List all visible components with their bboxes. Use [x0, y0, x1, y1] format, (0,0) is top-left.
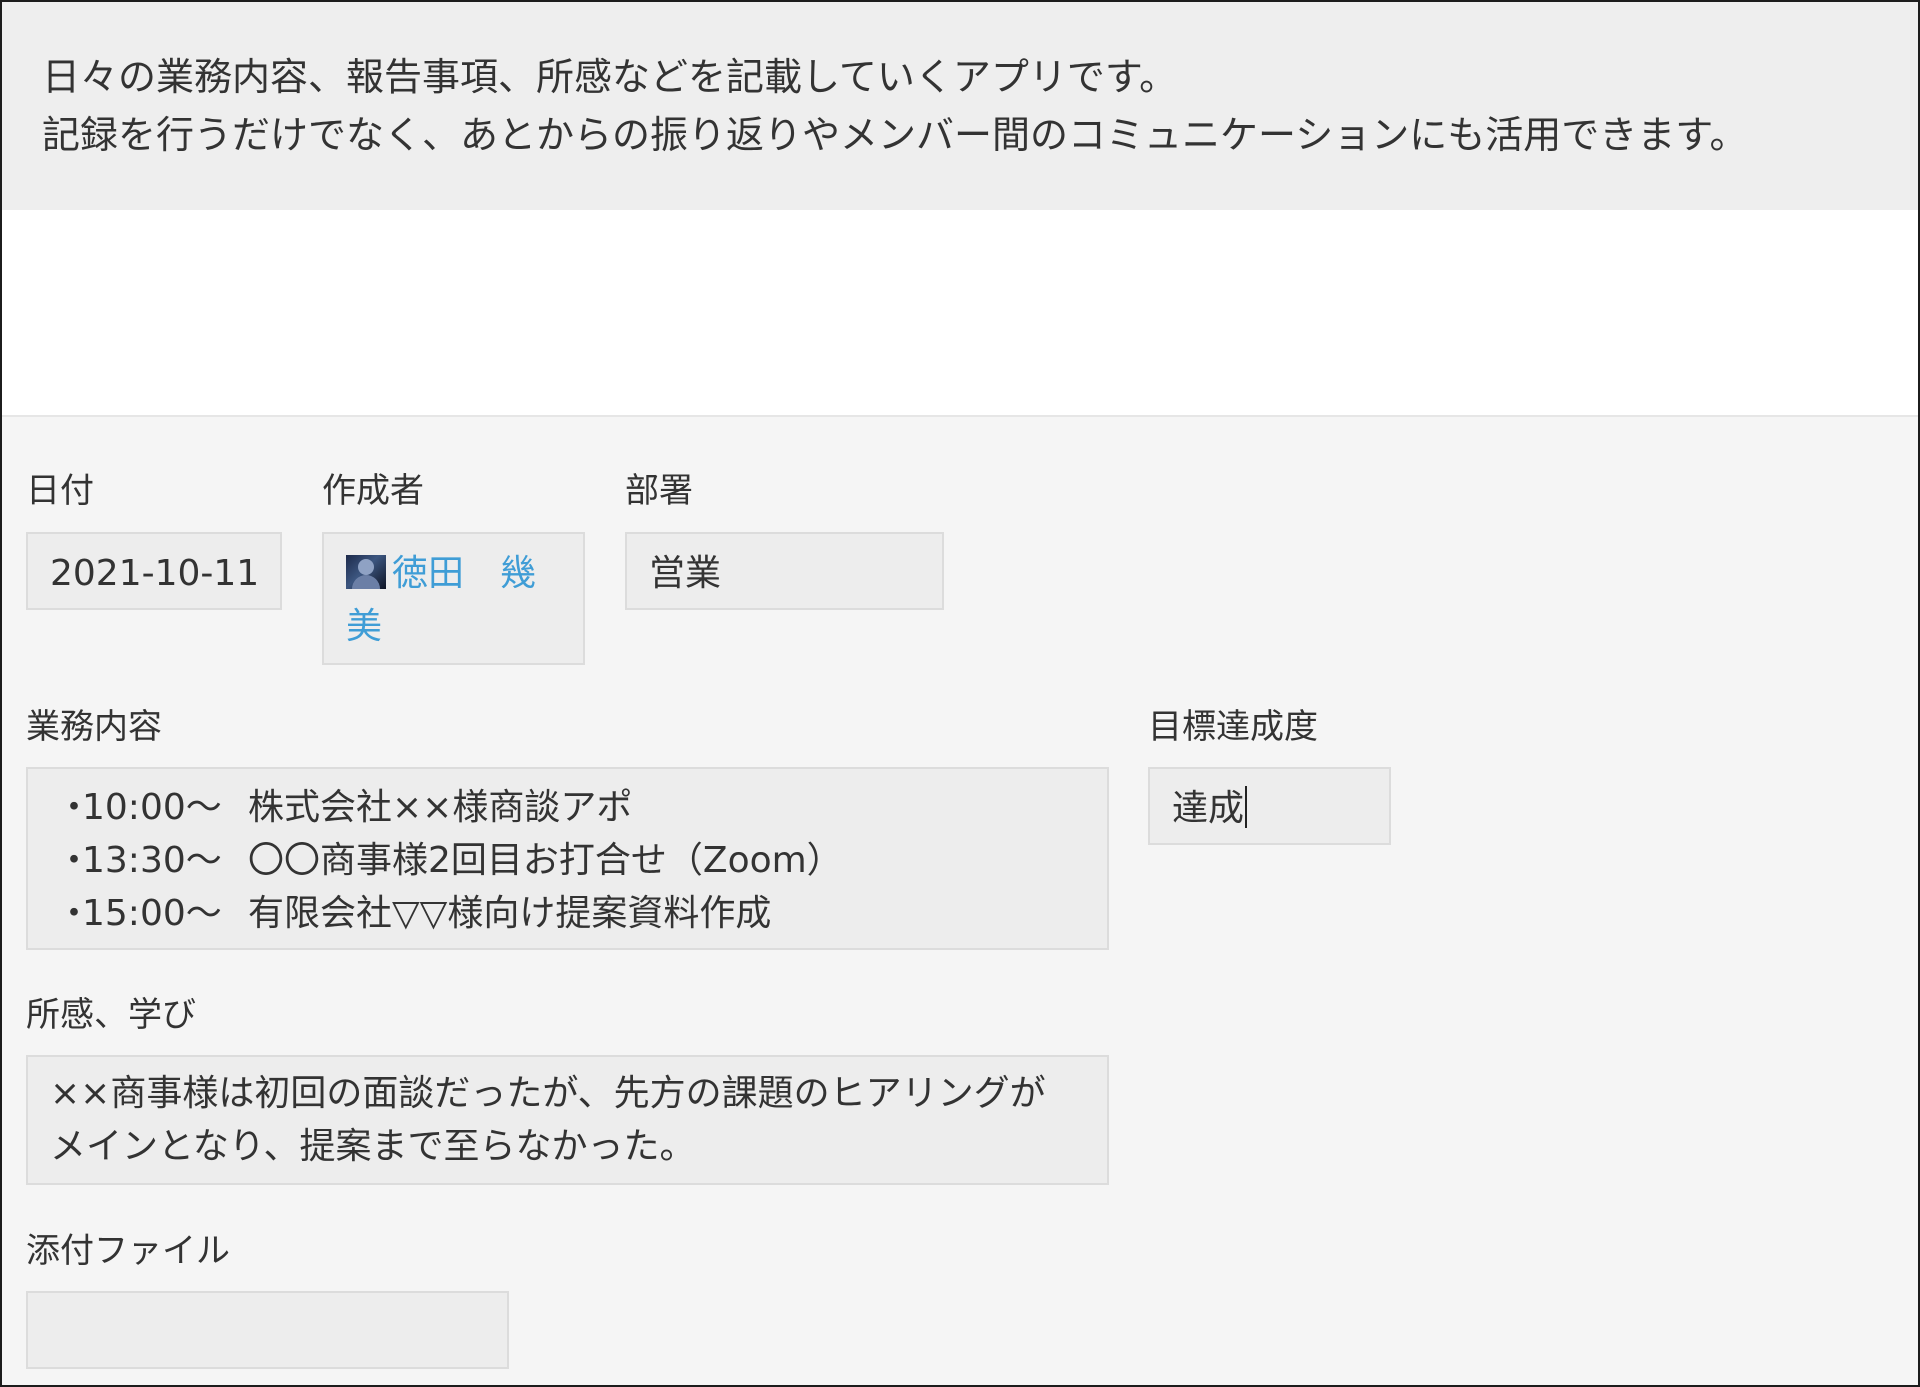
user-avatar[interactable]: [346, 555, 386, 589]
attachment-label: 添付ファイル: [26, 1231, 230, 1271]
work-time: 15:00～: [82, 893, 222, 934]
text-cursor: [1245, 786, 1248, 828]
work-text: 〇〇商事様2回目お打合せ（Zoom）: [248, 840, 843, 881]
work-text: 有限会社▽▽様向け提案資料作成: [248, 893, 772, 934]
bullet: ・: [56, 840, 93, 881]
work-time: 10:00～: [82, 787, 222, 828]
department-value: 営業: [649, 553, 722, 594]
attachment-field: [26, 1291, 509, 1369]
work-item: ・13:30～ 〇〇商事様2回目お打合せ（Zoom）: [56, 834, 1087, 887]
achievement-label: 目標達成度: [1148, 707, 1318, 747]
department-label: 部署: [625, 471, 693, 511]
bullet: ・: [56, 893, 93, 934]
bullet: ・: [56, 787, 93, 828]
achievement-field[interactable]: 達成: [1148, 767, 1391, 845]
impression-value: ××商事様は初回の面談だったが、先方の課題のヒアリングがメインとなり、提案まで至…: [50, 1073, 1046, 1167]
app-description-line-2: 記録を行うだけでなく、あとからの振り返りやメンバー間のコミュニケーションにも活用…: [42, 113, 1748, 157]
achievement-value: 達成: [1172, 788, 1245, 829]
date-value: 2021-10-11: [50, 553, 260, 594]
work-label: 業務内容: [26, 707, 162, 747]
work-text: 株式会社××様商談アポ: [248, 787, 633, 828]
work-field: ・10:00～ 株式会社××様商談アポ ・13:30～ 〇〇商事様2回目お打合せ（Z…: [26, 767, 1109, 950]
app-description-line-1: 日々の業務内容、報告事項、所感などを記載していくアプリです。: [42, 55, 1178, 99]
impression-field: ××商事様は初回の面談だったが、先方の課題のヒアリングがメインとなり、提案まで至…: [26, 1055, 1109, 1185]
work-time: 13:30～: [82, 840, 222, 881]
blank-space: [2, 210, 1918, 417]
department-field: 営業: [625, 532, 944, 610]
creator-label: 作成者: [322, 471, 424, 511]
creator-field: 徳田 幾美: [322, 532, 585, 665]
record-fields: 日付 2021-10-11 作成者 徳田 幾美 部署 営業 業務内容 ・10:0…: [2, 417, 1918, 1385]
date-field: 2021-10-11: [26, 532, 282, 610]
work-item: ・10:00～ 株式会社××様商談アポ: [56, 781, 1087, 834]
work-item: ・15:00～ 有限会社▽▽様向け提案資料作成: [56, 887, 1087, 940]
app-description: 日々の業務内容、報告事項、所感などを記載していくアプリです。 記録を行うだけでな…: [2, 2, 1918, 210]
record-view: 日々の業務内容、報告事項、所感などを記載していくアプリです。 記録を行うだけでな…: [0, 0, 1920, 1387]
impression-label: 所感、学び: [26, 995, 196, 1035]
date-label: 日付: [26, 471, 94, 511]
